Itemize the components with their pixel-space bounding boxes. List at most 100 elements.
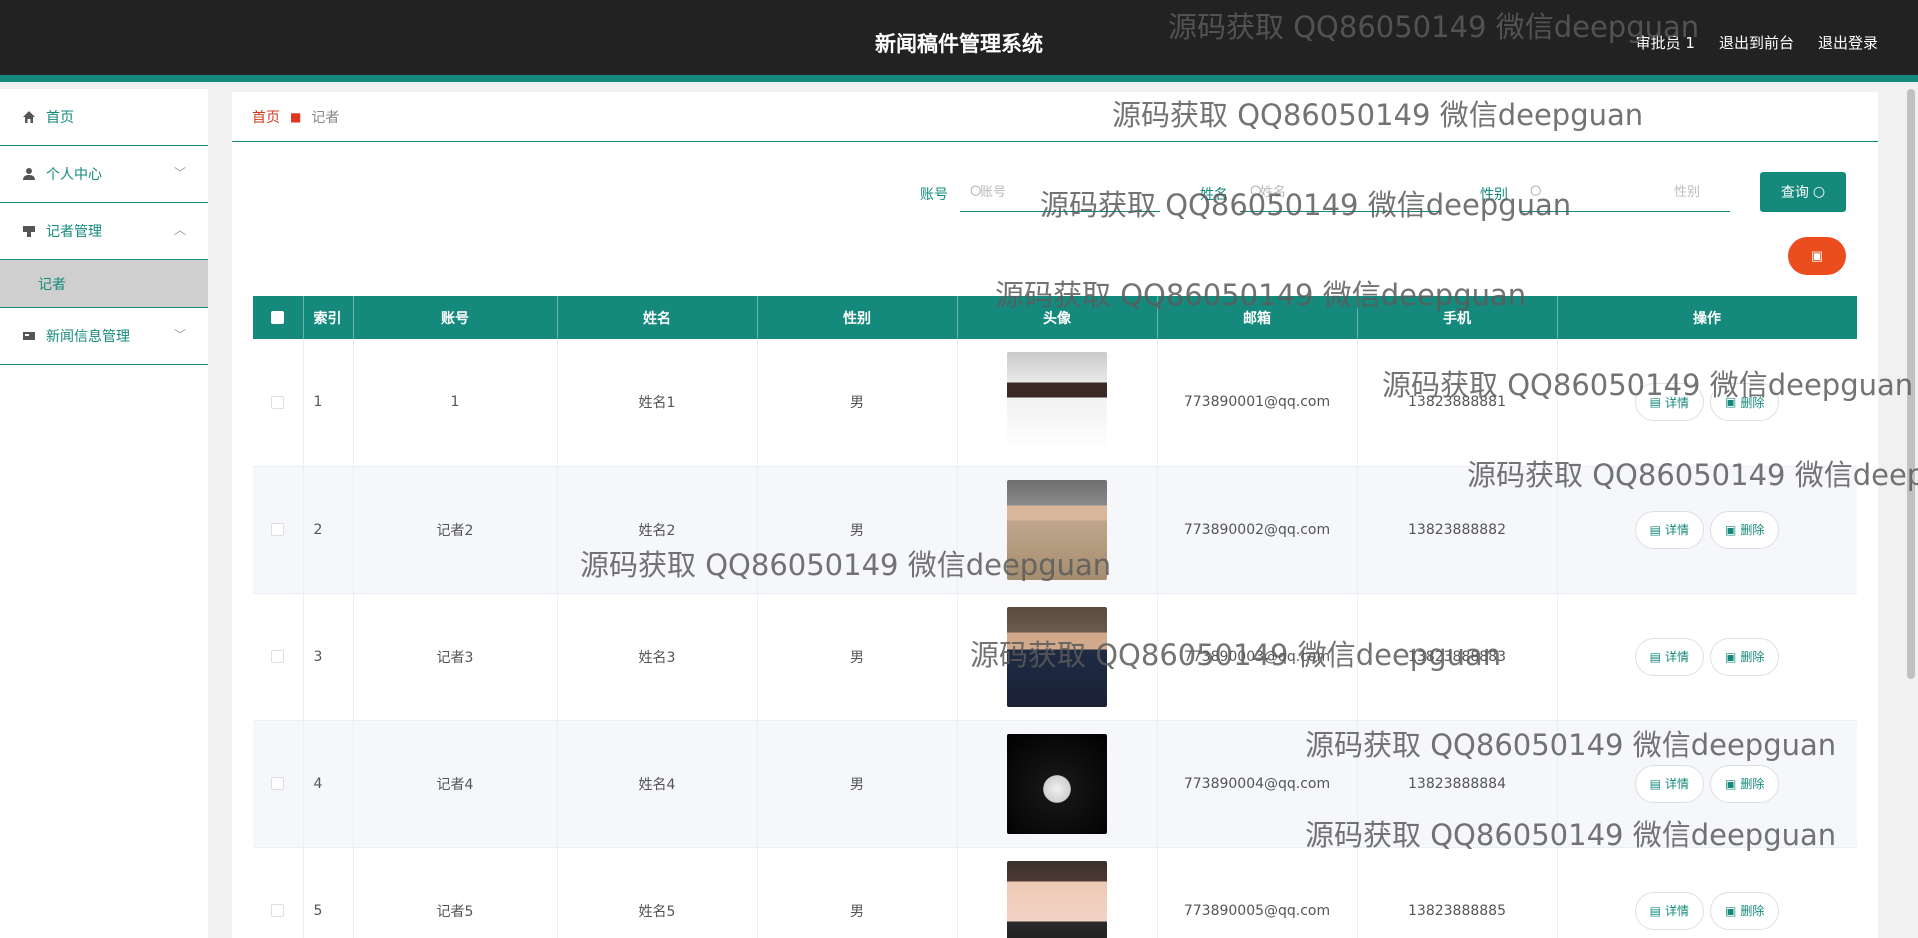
gender-field: ○ <box>1520 172 1730 212</box>
cell-email: 773890001@qq.com <box>1157 339 1358 467</box>
detail-button[interactable]: ▤ 详情 <box>1634 637 1704 676</box>
batch-delete-button[interactable]: ▣ <box>1788 237 1846 275</box>
logout-link[interactable]: 退出登录 <box>1818 32 1878 53</box>
query-button[interactable]: 查询 ○ <box>1760 172 1846 212</box>
cell-account: 1 <box>353 339 558 467</box>
cell-email: 773890002@qq.com <box>1157 466 1358 594</box>
name-field: ○ <box>1240 172 1440 212</box>
exit-to-front-link[interactable]: 退出到前台 <box>1719 32 1794 53</box>
detail-label: 详情 <box>1664 650 1689 664</box>
detail-label: 详情 <box>1664 395 1689 410</box>
detail-button[interactable]: ▤ 详情 <box>1634 891 1704 930</box>
sidebar-item-label: 首页 <box>46 110 74 126</box>
cell-name: 姓名5 <box>557 847 758 938</box>
app-title: 新闻稿件管理系统 <box>875 32 1043 56</box>
top-bar: 新闻稿件管理系统 审批员 1 退出到前台 退出登录 <box>0 0 1918 82</box>
name-input[interactable] <box>1240 173 1440 210</box>
cell-index: 2 <box>303 466 354 594</box>
cell-gender: 男 <box>757 847 958 938</box>
sidebar-subitem-reporter[interactable]: 记者 <box>0 260 208 308</box>
cell-ops: ▤ 详情 ▣ 删除 <box>1557 339 1857 467</box>
reporter-icon <box>22 224 36 238</box>
cell-account: 记者2 <box>353 466 558 594</box>
chevron-down-icon: ﹀ <box>173 166 186 180</box>
sidebar-item-news-management[interactable]: 新闻信息管理 ﹀ <box>0 308 208 365</box>
row-select-cell[interactable] <box>253 466 304 594</box>
sidebar-item-home[interactable]: 首页 <box>0 89 208 146</box>
table-row: 2 记者2 姓名2 男 773890002@qq.com 13823888882 ▤ 详情 ▣ 删… <box>253 466 1857 594</box>
cell-gender: 男 <box>757 339 958 467</box>
delete-label: 删除 <box>1740 650 1765 664</box>
detail-button[interactable]: ▤ 详情 <box>1634 383 1704 422</box>
trash-icon: ▣ <box>1725 395 1737 410</box>
avatar <box>1007 606 1107 707</box>
table-header-row: 索引 账号 姓名 性别 头像 邮箱 手机 操作 <box>253 296 1857 339</box>
sidebar: 首页 个人中心 ﹀ 记者管理 ︿ 记者 新闻信息管理 ﹀ <box>0 89 208 938</box>
table-row: 3 记者3 姓名3 男 773890003@qq.com 13823888883 ▤ 详情 ▣ 删… <box>253 593 1857 721</box>
header-account: 账号 <box>353 296 558 339</box>
cell-phone: 13823888881 <box>1357 339 1558 467</box>
table-row: 1 1 姓名1 男 773890001@qq.com 13823888881 ▤ 详情 ▣ 删除 <box>253 339 1857 467</box>
sidebar-item-label: 记者管理 <box>46 224 102 240</box>
cell-name: 姓名2 <box>557 466 758 594</box>
row-checkbox[interactable] <box>271 650 285 663</box>
row-checkbox[interactable] <box>271 777 285 790</box>
scrollbar-thumb[interactable] <box>1907 89 1915 679</box>
row-checkbox[interactable] <box>271 904 285 917</box>
main-panel: 首页 ■ 记者 账号 ○ 姓名 ○ 性别 ○ 查询 ○ ▣ <box>232 92 1878 938</box>
top-bar-actions: 审批员 1 退出到前台 退出登录 <box>1636 32 1878 53</box>
select-all-checkbox[interactable] <box>271 311 285 324</box>
document-icon: ▤ <box>1649 649 1661 664</box>
row-select-cell[interactable] <box>253 339 304 467</box>
delete-button[interactable]: ▣ 删除 <box>1710 891 1780 930</box>
row-select-cell[interactable] <box>253 847 304 938</box>
page-scrollbar[interactable] <box>1904 89 1918 938</box>
sidebar-item-reporter-management[interactable]: 记者管理 ︿ <box>0 203 208 260</box>
sidebar-item-label: 新闻信息管理 <box>46 329 130 345</box>
delete-button[interactable]: ▣ 删除 <box>1710 637 1780 676</box>
breadcrumb-separator-icon: ■ <box>290 109 302 124</box>
select-all-cell[interactable] <box>253 296 304 339</box>
delete-label: 删除 <box>1740 904 1765 918</box>
row-select-cell[interactable] <box>253 593 304 721</box>
cell-avatar <box>957 720 1158 848</box>
detail-button[interactable]: ▤ 详情 <box>1634 764 1704 803</box>
row-checkbox[interactable] <box>271 523 285 536</box>
delete-button[interactable]: ▣ 删除 <box>1710 383 1780 422</box>
breadcrumb-home[interactable]: 首页 <box>252 107 280 127</box>
cell-index: 1 <box>303 339 354 467</box>
document-icon: ▤ <box>1649 395 1661 410</box>
document-icon: ▤ <box>1649 522 1661 537</box>
delete-button[interactable]: ▣ 删除 <box>1710 764 1780 803</box>
row-checkbox[interactable] <box>271 395 285 409</box>
document-icon: ▤ <box>1649 776 1661 791</box>
breadcrumb: 首页 ■ 记者 <box>232 92 1878 142</box>
header-email: 邮箱 <box>1157 296 1358 339</box>
detail-label: 详情 <box>1664 777 1689 791</box>
header-index: 索引 <box>303 296 354 339</box>
cell-phone: 13823888884 <box>1357 720 1558 848</box>
trash-icon: ▣ <box>1725 776 1737 791</box>
trash-icon: ▣ <box>1725 649 1737 664</box>
trash-icon: ▣ <box>1810 248 1824 263</box>
detail-label: 详情 <box>1664 904 1689 918</box>
cell-index: 4 <box>303 720 354 848</box>
search-icon: ○ <box>1250 183 1262 198</box>
detail-button[interactable]: ▤ 详情 <box>1634 510 1704 549</box>
delete-button[interactable]: ▣ 删除 <box>1710 510 1780 549</box>
cell-avatar <box>957 466 1158 594</box>
account-label: 账号 <box>920 187 948 203</box>
cell-avatar <box>957 339 1158 467</box>
user-icon <box>22 167 36 181</box>
gender-input[interactable] <box>1520 173 1730 210</box>
cell-account: 记者4 <box>353 720 558 848</box>
chevron-down-icon: ﹀ <box>173 328 186 342</box>
current-user[interactable]: 审批员 1 <box>1636 32 1695 53</box>
cell-ops: ▤ 详情 ▣ 删除 <box>1557 720 1857 848</box>
row-select-cell[interactable] <box>253 720 304 848</box>
cell-ops: ▤ 详情 ▣ 删除 <box>1557 593 1857 721</box>
sidebar-item-profile[interactable]: 个人中心 ﹀ <box>0 146 208 203</box>
cell-phone: 13823888885 <box>1357 847 1558 938</box>
account-input[interactable] <box>960 173 1160 210</box>
query-label: 查询 <box>1780 185 1809 201</box>
